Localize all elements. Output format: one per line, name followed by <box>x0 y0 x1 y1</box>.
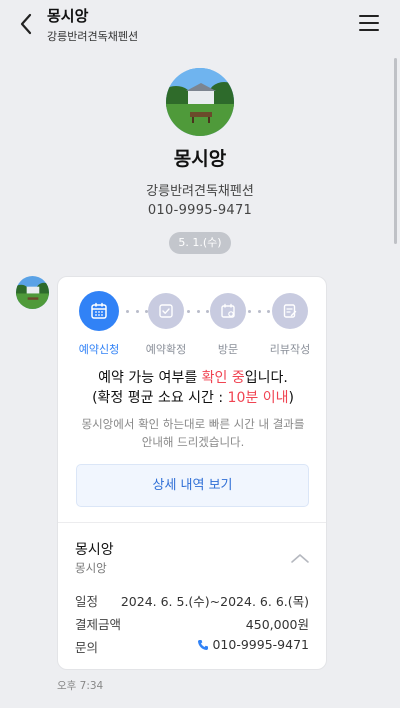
subtext-line: 안내해 드리겠습니다. <box>141 435 245 449</box>
contact-phone-link[interactable]: 010-9995-9471 <box>197 637 309 652</box>
row-label: 일정 <box>75 594 99 609</box>
business-profile: 몽시앙 강릉반려견독채펜션 010-9995-9471 <box>0 68 400 218</box>
phone-icon <box>198 640 209 650</box>
date-divider: 5. 1.(수) <box>169 232 231 254</box>
reservation-card: 예약신청 예약확정 방문 리뷰작성 예약 가능 여부를 확인 중입니다. (확정… <box>57 276 327 670</box>
eta-text: ) <box>288 390 294 406</box>
divider <box>58 522 326 523</box>
info-title: 몽시앙 <box>75 542 114 558</box>
step-label: 예약신청 <box>78 343 120 356</box>
step-review: 리뷰작성 <box>260 293 320 357</box>
profile-avatar[interactable] <box>166 68 234 136</box>
back-button[interactable] <box>12 10 40 38</box>
collapse-toggle[interactable] <box>290 549 310 563</box>
row-value: 2024. 6. 5.(수)~2024. 6. 6.(목) <box>120 594 309 609</box>
chevron-left-icon <box>20 13 32 35</box>
hamburger-menu-icon <box>359 15 379 31</box>
phone-number: 010-9995-9471 <box>212 637 309 652</box>
profile-phone[interactable]: 010-9995-9471 <box>0 203 400 218</box>
status-text: 예약 가능 여부를 <box>98 370 202 386</box>
profile-category: 강릉반려견독채펜션 <box>146 184 254 199</box>
eta-text: (확정 평균 소요 시간 : <box>92 390 228 406</box>
menu-button[interactable] <box>358 13 380 35</box>
status-highlight: 확인 중 <box>201 370 245 386</box>
status-text: 입니다. <box>244 370 288 386</box>
check-square-icon <box>159 304 173 318</box>
status-subtext: 몽시앙에서 확인 하는대로 빠른 시간 내 결과를 안내해 드리겠습니다. <box>58 415 326 451</box>
eta-highlight: 10분 이내 <box>227 390 289 406</box>
status-message: 예약 가능 여부를 확인 중입니다. (확정 평균 소요 시간 : 10분 이내… <box>58 368 326 408</box>
profile-name: 몽시앙 <box>173 148 227 170</box>
step-label: 예약확정 <box>145 343 187 356</box>
row-label: 문의 <box>75 640 99 655</box>
step-confirm: 예약확정 <box>136 293 196 357</box>
subtext-line: 몽시앙에서 확인 하는대로 빠른 시간 내 결과를 <box>81 417 305 431</box>
step-request: 예약신청 <box>69 291 129 357</box>
chat-subtitle: 강릉반려견독채펜션 <box>47 30 139 43</box>
step-visit: 방문 <box>198 293 258 357</box>
chat-title: 몽시앙 <box>47 7 89 25</box>
message-timestamp: 오후 7:34 <box>57 680 104 692</box>
info-subtitle: 몽시앙 <box>75 561 107 575</box>
row-label: 결제금액 <box>75 617 122 632</box>
step-label: 리뷰작성 <box>269 343 311 356</box>
edit-note-icon <box>283 304 297 318</box>
top-bar: 몽시앙 강릉반려견독채펜션 <box>0 0 400 50</box>
sender-avatar[interactable] <box>16 276 49 309</box>
reservation-progress: 예약신청 예약확정 방문 리뷰작성 <box>58 291 326 363</box>
chevron-up-icon <box>291 554 309 563</box>
calendar-icon <box>91 302 107 319</box>
row-value: 450,000원 <box>245 617 309 632</box>
view-details-button[interactable]: 상세 내역 보기 <box>76 464 309 507</box>
calendar-visit-icon <box>221 303 235 318</box>
step-label: 방문 <box>217 343 239 356</box>
